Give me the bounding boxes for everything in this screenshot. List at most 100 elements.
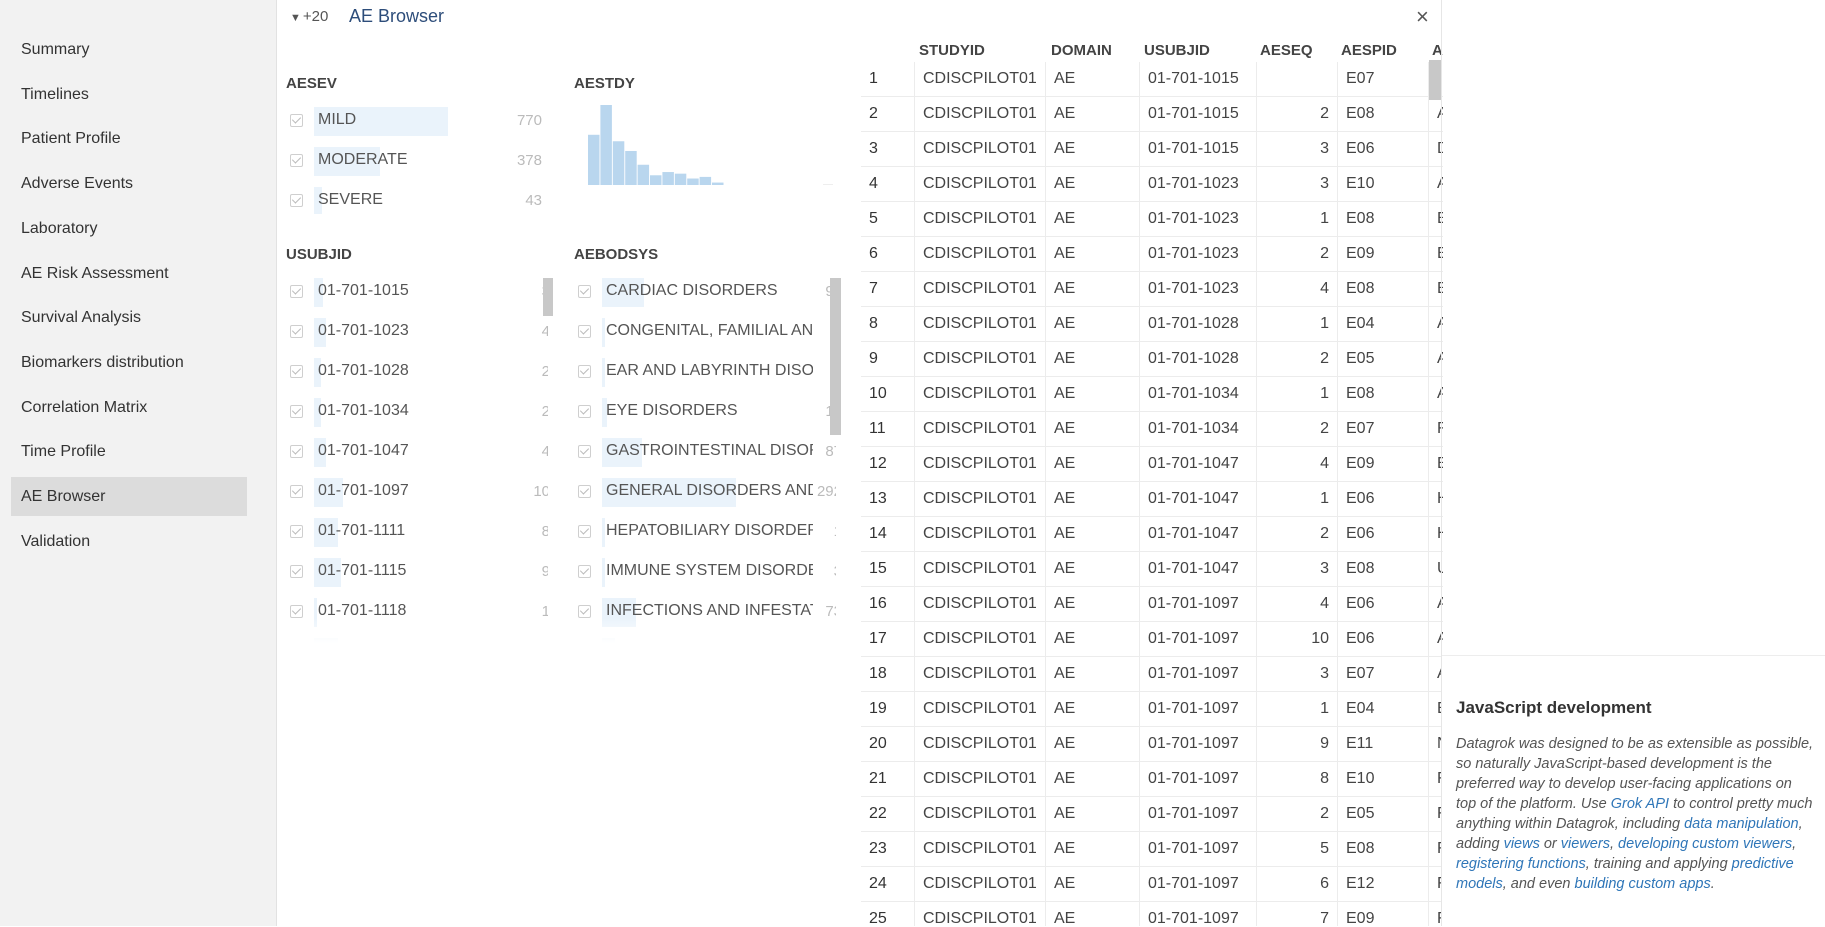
filter-row[interactable]: MODERATE 378 <box>286 144 548 179</box>
table-cell[interactable]: E07 <box>1338 412 1429 447</box>
table-cell[interactable]: 1 <box>1257 377 1338 412</box>
table-cell[interactable]: 01-701-1023 <box>1140 202 1257 237</box>
table-cell[interactable]: CDISCPILOT01 <box>915 307 1046 342</box>
table-row[interactable]: 23CDISCPILOT01AE01-701-10975E08F <box>861 832 1443 867</box>
filter-row[interactable]: SEVERE 43 <box>286 184 548 214</box>
sidebar-item-adverse-events[interactable]: Adverse Events <box>11 164 247 203</box>
table-cell[interactable]: 01-701-1015 <box>1140 97 1257 132</box>
table-cell[interactable]: E06 <box>1338 517 1429 552</box>
table-row[interactable]: 7CDISCPILOT01AE01-701-10234E08E <box>861 272 1443 307</box>
checkbox[interactable] <box>578 285 591 298</box>
table-cell[interactable]: AE <box>1046 622 1140 657</box>
table-cell[interactable]: E09 <box>1338 902 1429 926</box>
table-cell[interactable]: AE <box>1046 482 1140 517</box>
table-row[interactable]: 18CDISCPILOT01AE01-701-10973E07A <box>861 657 1443 692</box>
table-cell[interactable]: AE <box>1046 902 1140 926</box>
table-cell[interactable]: 5 <box>1257 832 1338 867</box>
table-cell[interactable]: CDISCPILOT01 <box>915 237 1046 272</box>
checkbox[interactable] <box>290 605 303 618</box>
help-link[interactable]: Grok API <box>1611 796 1669 812</box>
table-row[interactable]: 3CDISCPILOT01AE01-701-10153E06D <box>861 132 1443 167</box>
table-cell[interactable]: E07 <box>1338 657 1429 692</box>
help-link[interactable]: registering functions <box>1456 856 1586 872</box>
sidebar-item-laboratory[interactable]: Laboratory <box>11 209 247 248</box>
table-cell[interactable]: 4 <box>1257 587 1338 622</box>
table-cell[interactable]: 01-701-1097 <box>1140 657 1257 692</box>
table-cell[interactable]: CDISCPILOT01 <box>915 867 1046 902</box>
table-cell[interactable]: 9 <box>1257 727 1338 762</box>
table-row[interactable]: 13CDISCPILOT01AE01-701-10471E06H <box>861 482 1443 517</box>
checkbox[interactable] <box>578 365 591 378</box>
table-row[interactable]: 21CDISCPILOT01AE01-701-10978E10F <box>861 762 1443 797</box>
table-cell[interactable]: CDISCPILOT01 <box>915 552 1046 587</box>
table-cell[interactable]: CDISCPILOT01 <box>915 167 1046 202</box>
help-link[interactable]: developing custom viewers <box>1618 836 1792 852</box>
table-cell[interactable]: AE <box>1046 587 1140 622</box>
table-cell[interactable]: CDISCPILOT01 <box>915 762 1046 797</box>
table-cell[interactable]: AE <box>1046 272 1140 307</box>
checkbox[interactable] <box>290 365 303 378</box>
table-cell[interactable]: 7 <box>1257 902 1338 926</box>
filter-row[interactable]: 01-701-1034 2 <box>286 395 548 430</box>
table-cell[interactable]: 01-701-1023 <box>1140 237 1257 272</box>
column-header-aeseq[interactable]: AESEQ <box>1260 40 1313 62</box>
table-cell[interactable]: E04 <box>1338 692 1429 727</box>
table-cell[interactable]: AE <box>1046 832 1140 867</box>
table-cell[interactable]: AE <box>1046 97 1140 132</box>
table-cell[interactable]: 01-701-1097 <box>1140 622 1257 657</box>
table-row[interactable]: 9CDISCPILOT01AE01-701-10282E05A <box>861 342 1443 377</box>
table-cell[interactable]: 1 <box>1257 692 1338 727</box>
checkbox[interactable] <box>578 325 591 338</box>
table-row[interactable]: 2CDISCPILOT01AE01-701-10152E08A <box>861 97 1443 132</box>
histogram-bar[interactable] <box>674 173 687 185</box>
filter-row[interactable]: 01-701-1111 8 <box>286 515 548 550</box>
table-cell[interactable]: CDISCPILOT01 <box>915 622 1046 657</box>
checkbox[interactable] <box>578 485 591 498</box>
table-cell[interactable]: CDISCPILOT01 <box>915 902 1046 926</box>
table-cell[interactable]: AE <box>1046 797 1140 832</box>
table-cell[interactable]: CDISCPILOT01 <box>915 377 1046 412</box>
column-header-usubjid[interactable]: USUBJID <box>1144 40 1210 62</box>
table-cell[interactable]: AE <box>1046 167 1140 202</box>
table-cell[interactable]: 1 <box>1257 482 1338 517</box>
histogram-bar[interactable] <box>637 164 650 185</box>
checkbox[interactable] <box>290 405 303 418</box>
filter-row[interactable]: GASTROINTESTINAL DISORDERS 87 <box>574 435 836 470</box>
table-cell[interactable]: E08 <box>1338 97 1429 132</box>
filter-row[interactable]: 01-701-1047 4 <box>286 435 548 470</box>
table-cell[interactable]: AE <box>1046 727 1140 762</box>
table-cell[interactable]: 01-701-1028 <box>1140 342 1257 377</box>
table-cell[interactable]: 01-701-1047 <box>1140 447 1257 482</box>
checkbox[interactable] <box>578 565 591 578</box>
table-cell[interactable]: 6 <box>1257 867 1338 902</box>
help-link[interactable]: data manipulation <box>1684 816 1798 832</box>
filter-row[interactable]: GENERAL DISORDERS AND ADMINISTRATION SIT… <box>574 475 836 510</box>
sidebar-item-ae-browser[interactable]: AE Browser <box>11 477 247 516</box>
histogram-bar[interactable] <box>588 134 600 185</box>
sidebar-item-biomarkers-distribution[interactable]: Biomarkers distribution <box>11 343 247 382</box>
table-row[interactable]: 22CDISCPILOT01AE01-701-10972E05F <box>861 797 1443 832</box>
sidebar-item-validation[interactable]: Validation <box>11 522 247 561</box>
help-link[interactable]: building custom apps <box>1575 876 1711 892</box>
column-header-studyid[interactable]: STUDYID <box>919 40 985 62</box>
table-cell[interactable]: CDISCPILOT01 <box>915 62 1046 97</box>
table-cell[interactable]: 01-701-1097 <box>1140 797 1257 832</box>
table-cell[interactable]: CDISCPILOT01 <box>915 97 1046 132</box>
table-cell[interactable]: 01-701-1023 <box>1140 167 1257 202</box>
table-cell[interactable]: AE <box>1046 762 1140 797</box>
table-cell[interactable]: 01-701-1047 <box>1140 517 1257 552</box>
table-cell[interactable]: 3 <box>1257 552 1338 587</box>
table-row[interactable]: 4CDISCPILOT01AE01-701-10233E10A <box>861 167 1443 202</box>
table-cell[interactable] <box>1257 62 1338 97</box>
filter-row[interactable]: EAR AND LABYRINTH DISORDERS6 <box>574 355 836 390</box>
help-link[interactable]: views <box>1504 836 1540 852</box>
filter-row[interactable]: 01-701-1023 4 <box>286 315 548 350</box>
table-cell[interactable]: E09 <box>1338 237 1429 272</box>
histogram-bar[interactable] <box>625 150 637 185</box>
table-cell[interactable]: 01-701-1034 <box>1140 412 1257 447</box>
histogram-bar[interactable] <box>712 182 724 185</box>
table-cell[interactable]: E06 <box>1338 132 1429 167</box>
table-cell[interactable]: CDISCPILOT01 <box>915 342 1046 377</box>
table-row[interactable]: 25CDISCPILOT01AE01-701-10977E09F <box>861 902 1443 926</box>
table-cell[interactable]: AE <box>1046 132 1140 167</box>
